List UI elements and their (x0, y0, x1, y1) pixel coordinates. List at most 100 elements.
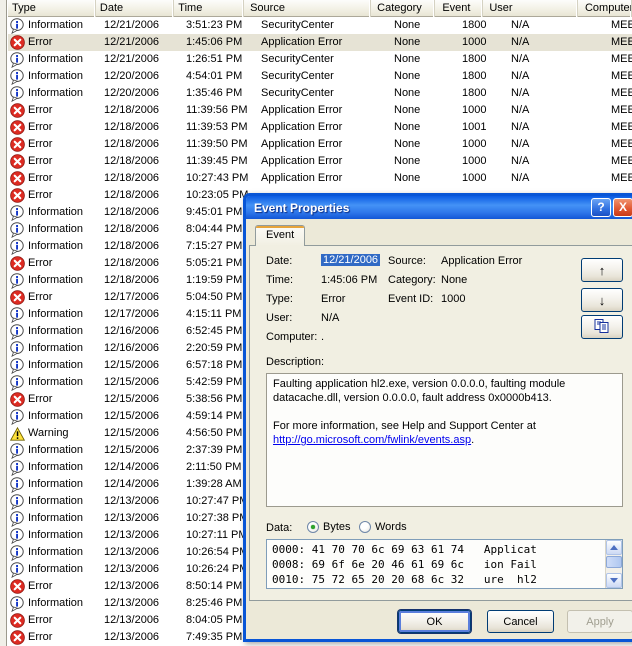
apply-button[interactable]: Apply (567, 610, 632, 633)
column-header-type[interactable]: Type (8, 0, 96, 17)
tab-event-label: Event (266, 229, 295, 241)
up-arrow-icon: ↑ (598, 262, 606, 278)
cell-type: Information (8, 85, 100, 102)
cell-computer: MEEK (611, 121, 632, 133)
column-header-event[interactable]: Event (435, 0, 484, 17)
column-header-computer[interactable]: Computer (578, 0, 632, 17)
cell-type: Information (8, 544, 100, 561)
cell-type: Information (8, 204, 100, 221)
cell-date: 12/21/2006 (104, 19, 160, 31)
event-row[interactable]: Information 12/21/2006 1:26:51 PM SecurityC… (8, 51, 632, 68)
event-id-value: 1000 (441, 293, 466, 305)
cell-type: Information (8, 221, 100, 238)
information-icon (10, 595, 25, 612)
ok-button[interactable]: OK (398, 610, 471, 633)
radio-button-icon (359, 521, 371, 533)
bytes-radio[interactable]: Bytes (307, 520, 351, 534)
cell-date: 12/13/2006 (104, 512, 160, 524)
description-box: Faulting application hl2.exe, version 0.… (266, 373, 623, 507)
cell-time: 3:51:23 PM (186, 19, 243, 31)
information-icon (10, 476, 25, 493)
description-paragraph: Faulting application hl2.exe, version 0.… (273, 378, 566, 404)
cell-date: 12/18/2006 (104, 257, 160, 269)
error-icon (10, 154, 25, 170)
help-icon[interactable]: ? (591, 198, 611, 217)
date-value[interactable]: 12/21/2006 (321, 254, 381, 266)
tab-event[interactable]: Event (255, 225, 306, 246)
column-header-source[interactable]: Source (244, 0, 372, 17)
event-row[interactable]: Information 12/20/2006 1:35:46 PM SecurityC… (8, 85, 632, 102)
next-event-button[interactable]: ↓ (581, 288, 623, 312)
event-row[interactable]: Information 12/21/2006 3:51:23 PM SecurityC… (8, 17, 632, 34)
event-row[interactable]: Error 12/21/2006 1:45:06 PM Application Err… (8, 34, 632, 51)
cell-computer: MEEK (611, 87, 632, 99)
close-icon[interactable]: X (613, 198, 632, 217)
words-radio[interactable]: Words (359, 520, 407, 534)
cell-time: 11:39:50 PM (186, 138, 248, 150)
previous-event-button[interactable]: ↑ (581, 258, 623, 282)
scroll-thumb[interactable] (606, 556, 622, 568)
error-icon (10, 630, 25, 646)
event-row[interactable]: Error 12/18/2006 11:39:45 PM Application Er… (8, 153, 632, 170)
cell-time: 11:39:53 PM (186, 121, 248, 133)
column-header-date[interactable]: Date (96, 0, 175, 17)
cell-category: None (394, 53, 421, 65)
scroll-up-icon[interactable] (606, 540, 622, 555)
time-label: Time: (266, 274, 294, 286)
event-row[interactable]: Information 12/20/2006 4:54:01 PM SecurityC… (8, 68, 632, 85)
scroll-down-icon[interactable] (606, 573, 622, 588)
cell-date: 12/18/2006 (104, 121, 160, 133)
column-header-user[interactable]: User (483, 0, 578, 17)
event-row[interactable]: Error 12/18/2006 11:39:53 PM Application Er… (8, 119, 632, 136)
information-icon (10, 221, 25, 238)
cell-date: 12/13/2006 (104, 529, 160, 541)
event-row[interactable]: Error 12/18/2006 10:27:43 PM Application Er… (8, 170, 632, 187)
cell-user: N/A (511, 19, 530, 31)
cell-date: 12/13/2006 (104, 631, 160, 643)
event-row[interactable]: Error 12/18/2006 11:39:56 PM Application Er… (8, 102, 632, 119)
cell-date: 12/17/2006 (104, 308, 160, 320)
event-viewer-window: Type Date Time Source Category Event User Compu… (0, 0, 632, 646)
cell-type: Information (8, 561, 100, 578)
cell-date: 12/15/2006 (104, 376, 160, 388)
cell-date: 12/15/2006 (104, 427, 160, 439)
dialog-titlebar[interactable]: Event Properties ? X (246, 196, 632, 219)
cell-time: 1:26:51 PM (186, 53, 243, 65)
cell-event: 1001 (462, 121, 487, 133)
cell-date: 12/13/2006 (104, 546, 160, 558)
cell-type: Error (8, 136, 100, 153)
cell-type: Error (8, 102, 100, 119)
cell-type: Information (8, 527, 100, 544)
column-header-category[interactable]: Category (371, 0, 436, 17)
cell-category: None (394, 172, 421, 184)
information-icon (10, 272, 25, 289)
cancel-button[interactable]: Cancel (487, 610, 554, 633)
cell-computer: MEEK (611, 70, 632, 82)
cell-event: 1800 (462, 87, 487, 99)
cell-source: SecurityCenter (261, 19, 334, 31)
information-icon (10, 374, 25, 391)
event-row[interactable]: Error 12/18/2006 11:39:50 PM Application Er… (8, 136, 632, 153)
column-header-time[interactable]: Time (174, 0, 245, 17)
cell-date: 12/13/2006 (104, 580, 160, 592)
cell-source: Application Error (261, 121, 343, 133)
cell-time: 11:39:45 PM (186, 155, 248, 167)
hex-dump: 0000: 41 70 70 6c 69 63 61 74 Applicat 00… (272, 543, 537, 586)
category-label: Category: (388, 274, 436, 286)
time-value: 1:45:06 PM (321, 274, 378, 286)
cell-date: 12/18/2006 (104, 172, 160, 184)
cell-type: Error (8, 612, 100, 629)
cell-type: Information (8, 68, 100, 85)
cell-category: None (394, 87, 421, 99)
cell-category: None (394, 19, 421, 31)
cell-type: Information (8, 493, 100, 510)
cell-type: Error (8, 119, 100, 136)
information-icon (10, 323, 25, 340)
events-link[interactable]: http://go.microsoft.com/fwlink/events.as… (273, 434, 471, 446)
cell-date: 12/15/2006 (104, 359, 160, 371)
cell-user: N/A (511, 87, 530, 99)
copy-button[interactable] (581, 315, 623, 339)
cell-date: 12/17/2006 (104, 291, 160, 303)
information-icon (10, 238, 25, 255)
hex-scrollbar[interactable] (605, 540, 622, 588)
